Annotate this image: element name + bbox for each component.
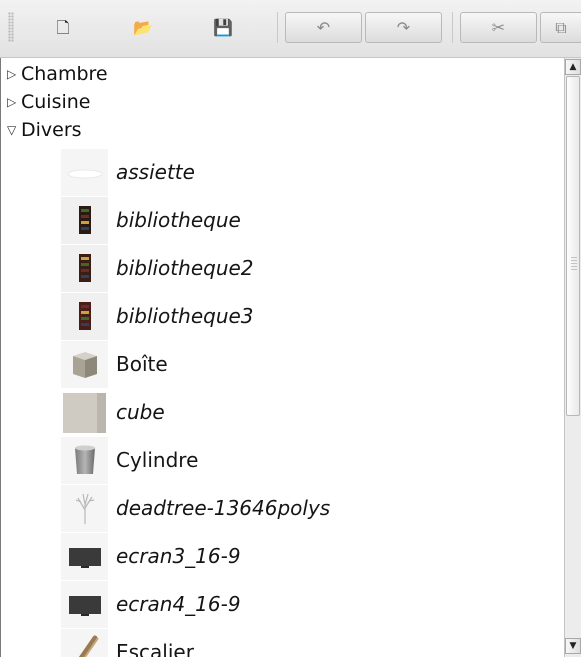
tree-category-chambre[interactable]: ▷ Chambre [7, 60, 108, 88]
undo-icon: ↶ [316, 17, 331, 37]
tree-category-cuisine[interactable]: ▷ Cuisine [7, 88, 91, 116]
expand-triangle-icon[interactable]: ▷ [7, 95, 21, 109]
tree-icon [61, 484, 108, 532]
tree-category-divers[interactable]: ▽ Divers [7, 116, 82, 144]
item-label: bibliotheque [116, 208, 241, 232]
save-button[interactable]: 💾 [204, 12, 242, 43]
list-item[interactable]: bibliotheque3 [61, 292, 254, 340]
scrollbar-thumb[interactable] [566, 76, 580, 416]
redo-button[interactable]: ↷ [365, 12, 442, 43]
collapse-triangle-icon[interactable]: ▽ [7, 123, 21, 137]
plate-icon [61, 148, 108, 196]
list-item[interactable]: assiette [61, 148, 195, 196]
item-label: deadtree-13646polys [116, 496, 331, 520]
item-label: bibliotheque3 [116, 304, 254, 328]
item-label: bibliotheque2 [116, 256, 254, 280]
new-furniture-button[interactable]: 🗋 [44, 12, 82, 43]
furniture-catalog-tree[interactable]: ▷ Chambre ▷ Cuisine ▽ Divers assiette bi… [0, 58, 564, 657]
open-icon: 📂 [133, 17, 153, 37]
list-item[interactable]: cube [61, 388, 165, 436]
item-label: Boîte [116, 352, 168, 376]
category-label: Cuisine [21, 91, 91, 113]
new-furniture-icon: 🗋 [56, 17, 70, 37]
item-label: cube [116, 400, 165, 424]
toolbar-separator [452, 12, 453, 43]
toolbar: 🗋 📂 💾 ↶ ↷ ✂ ⧉ [0, 0, 581, 58]
scroll-up-arrow-icon[interactable]: ▲ [565, 59, 581, 75]
expand-triangle-icon[interactable]: ▷ [7, 67, 21, 81]
redo-icon: ↷ [396, 17, 411, 37]
list-item[interactable]: bibliotheque [61, 196, 241, 244]
bookcase-icon [61, 244, 108, 292]
undo-button[interactable]: ↶ [285, 12, 362, 43]
item-label: ecran4_16-9 [116, 592, 241, 616]
copy-icon: ⧉ [555, 17, 567, 37]
scrollbar-grip [571, 257, 577, 271]
list-item[interactable]: ecran4_16-9 [61, 580, 241, 628]
cylinder-icon [61, 436, 108, 484]
category-label: Divers [21, 119, 82, 141]
cut-button[interactable]: ✂ [460, 12, 537, 43]
list-item[interactable]: ecran3_16-9 [61, 532, 241, 580]
list-item[interactable]: bibliotheque2 [61, 244, 254, 292]
list-item[interactable]: deadtree-13646polys [61, 484, 330, 532]
copy-button[interactable]: ⧉ [540, 12, 581, 43]
screen-icon [61, 532, 108, 580]
item-label: Escalier [116, 640, 194, 657]
list-item[interactable]: Cylindre [61, 436, 198, 484]
toolbar-separator [277, 12, 278, 43]
cut-icon: ✂ [491, 17, 506, 37]
screen-icon [61, 580, 108, 628]
item-label: assiette [116, 160, 195, 184]
item-label: ecran3_16-9 [116, 544, 241, 568]
open-button[interactable]: 📂 [124, 12, 162, 43]
bookcase-icon [61, 292, 108, 340]
list-item[interactable]: Escalier [61, 628, 194, 657]
box-icon [61, 340, 108, 388]
category-label: Chambre [21, 63, 108, 85]
toolbar-grip[interactable] [8, 12, 14, 42]
stairs-icon [61, 628, 108, 657]
vertical-scrollbar[interactable]: ▲ ▼ [564, 58, 581, 657]
cube-icon [61, 388, 108, 436]
save-icon: 💾 [213, 17, 233, 37]
list-item[interactable]: Boîte [61, 340, 168, 388]
item-label: Cylindre [116, 448, 199, 472]
bookcase-icon [61, 196, 108, 244]
scroll-down-arrow-icon[interactable]: ▼ [565, 638, 581, 654]
